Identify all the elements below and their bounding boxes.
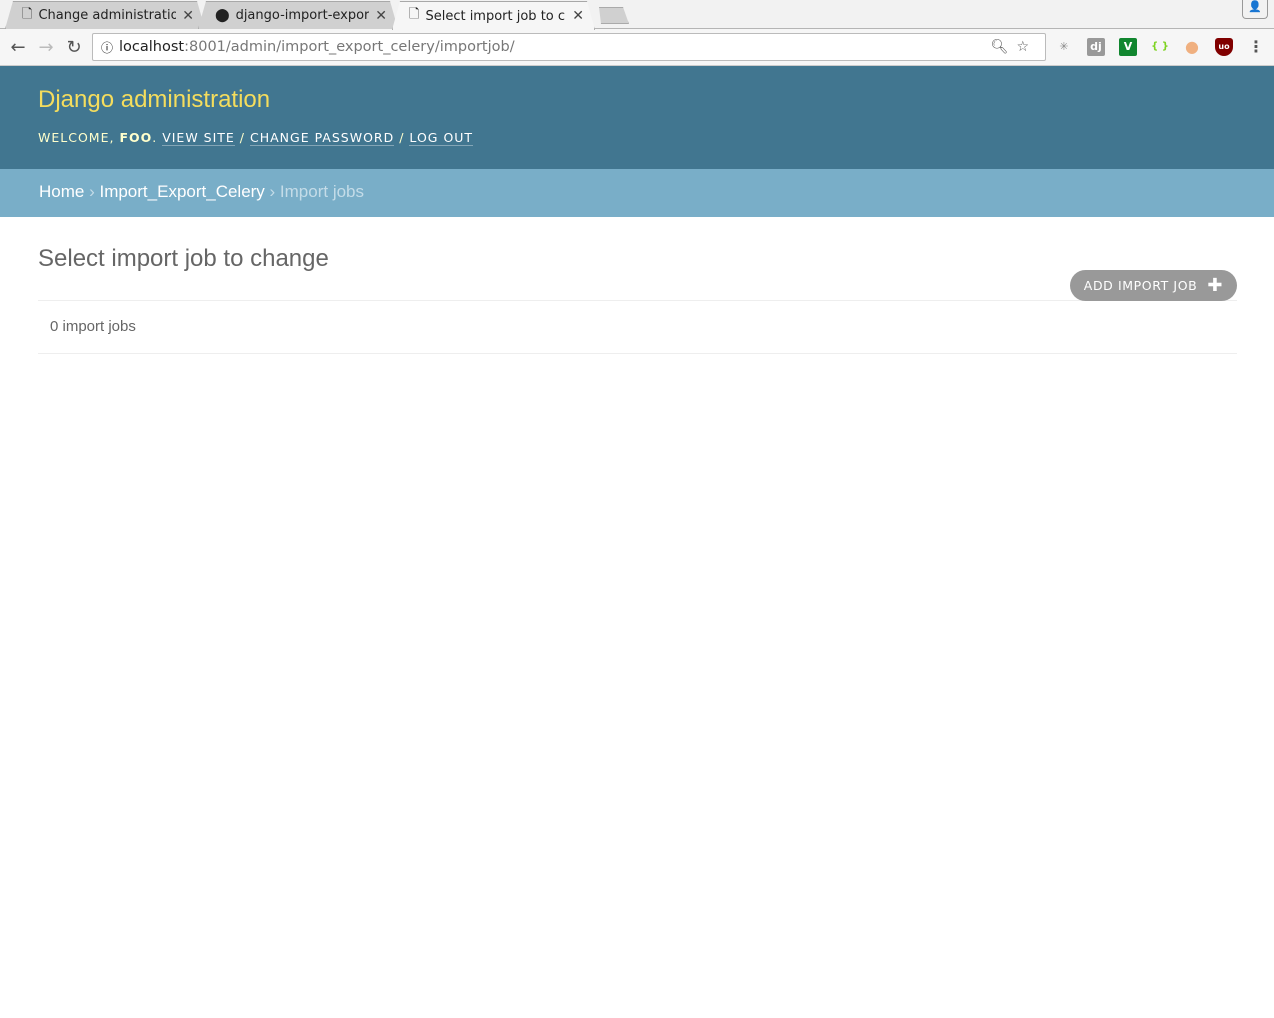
new-tab-button[interactable] (595, 7, 629, 24)
site-name[interactable]: Django administration (38, 86, 1236, 114)
breadcrumb-app[interactable]: Import_Export_Celery (99, 182, 264, 201)
tab-strip: 🗋 Change administratio ✕ ⬤ django-import-ex… (0, 0, 1274, 29)
browser-toolbar: ← → ↻ ⓘ localhost:8001/admin/import_expo… (0, 29, 1274, 66)
menu-icon[interactable]: ⋮ (1247, 38, 1265, 56)
info-icon: ⓘ (101, 40, 114, 55)
view-site-link[interactable]: View site (162, 130, 235, 146)
extension-json-icon[interactable]: { } (1151, 38, 1169, 56)
breadcrumb: Home › Import_Export_Celery › Import job… (0, 169, 1274, 217)
close-tab-icon[interactable]: ✕ (375, 8, 387, 24)
page-icon: 🗋 (409, 7, 420, 22)
page-icon: 🗋 (22, 6, 33, 22)
extension-django-icon[interactable]: dj (1087, 38, 1105, 56)
add-import-job-button[interactable]: Add import job ✚ (1069, 270, 1237, 301)
change-password-link[interactable]: Change password (249, 130, 395, 146)
admin-header: Django administration Welcome, foo. View… (0, 66, 1274, 169)
zoom-icon[interactable]: 🔍︎ (991, 39, 1017, 55)
user-tools: Welcome, foo. View site / Change passwor… (38, 130, 474, 146)
plus-icon: ✚ (1207, 275, 1223, 296)
breadcrumb-current: Import jobs (279, 182, 365, 201)
close-tab-icon[interactable]: ✕ (572, 8, 584, 24)
back-icon[interactable]: ← (4, 37, 32, 58)
forward-icon[interactable]: → (32, 37, 60, 58)
breadcrumb-home[interactable]: Home (39, 182, 84, 201)
log-out-link[interactable]: Log out (409, 130, 474, 146)
extension-ublock-icon[interactable]: uo (1215, 38, 1233, 56)
reload-icon[interactable]: ↻ (60, 37, 88, 58)
tab-select-import-job[interactable]: 🗋 Select import job to c ✕ (392, 1, 595, 30)
username: foo (119, 130, 153, 145)
github-icon: ⬤ (215, 8, 230, 23)
result-count: 0 import jobs (38, 300, 1237, 354)
content: Select import job to change Add import j… (0, 245, 1274, 354)
extension-orange-icon[interactable]: ● (1183, 38, 1201, 56)
extension-v-icon[interactable]: V (1119, 38, 1137, 56)
extension-spark-icon[interactable]: ✳ (1055, 38, 1073, 56)
close-tab-icon[interactable]: ✕ (182, 8, 194, 24)
tab-django-import-export[interactable]: ⬤ django-import-export ✕ (198, 1, 398, 29)
tab-change-administration[interactable]: 🗋 Change administratio ✕ (5, 1, 205, 29)
address-bar[interactable]: ⓘ localhost:8001/admin/import_export_cel… (92, 33, 1046, 61)
star-icon[interactable]: ☆ (1016, 39, 1037, 55)
page-title: Select import job to change (38, 245, 329, 272)
profile-icon[interactable]: 👤 (1242, 0, 1268, 19)
